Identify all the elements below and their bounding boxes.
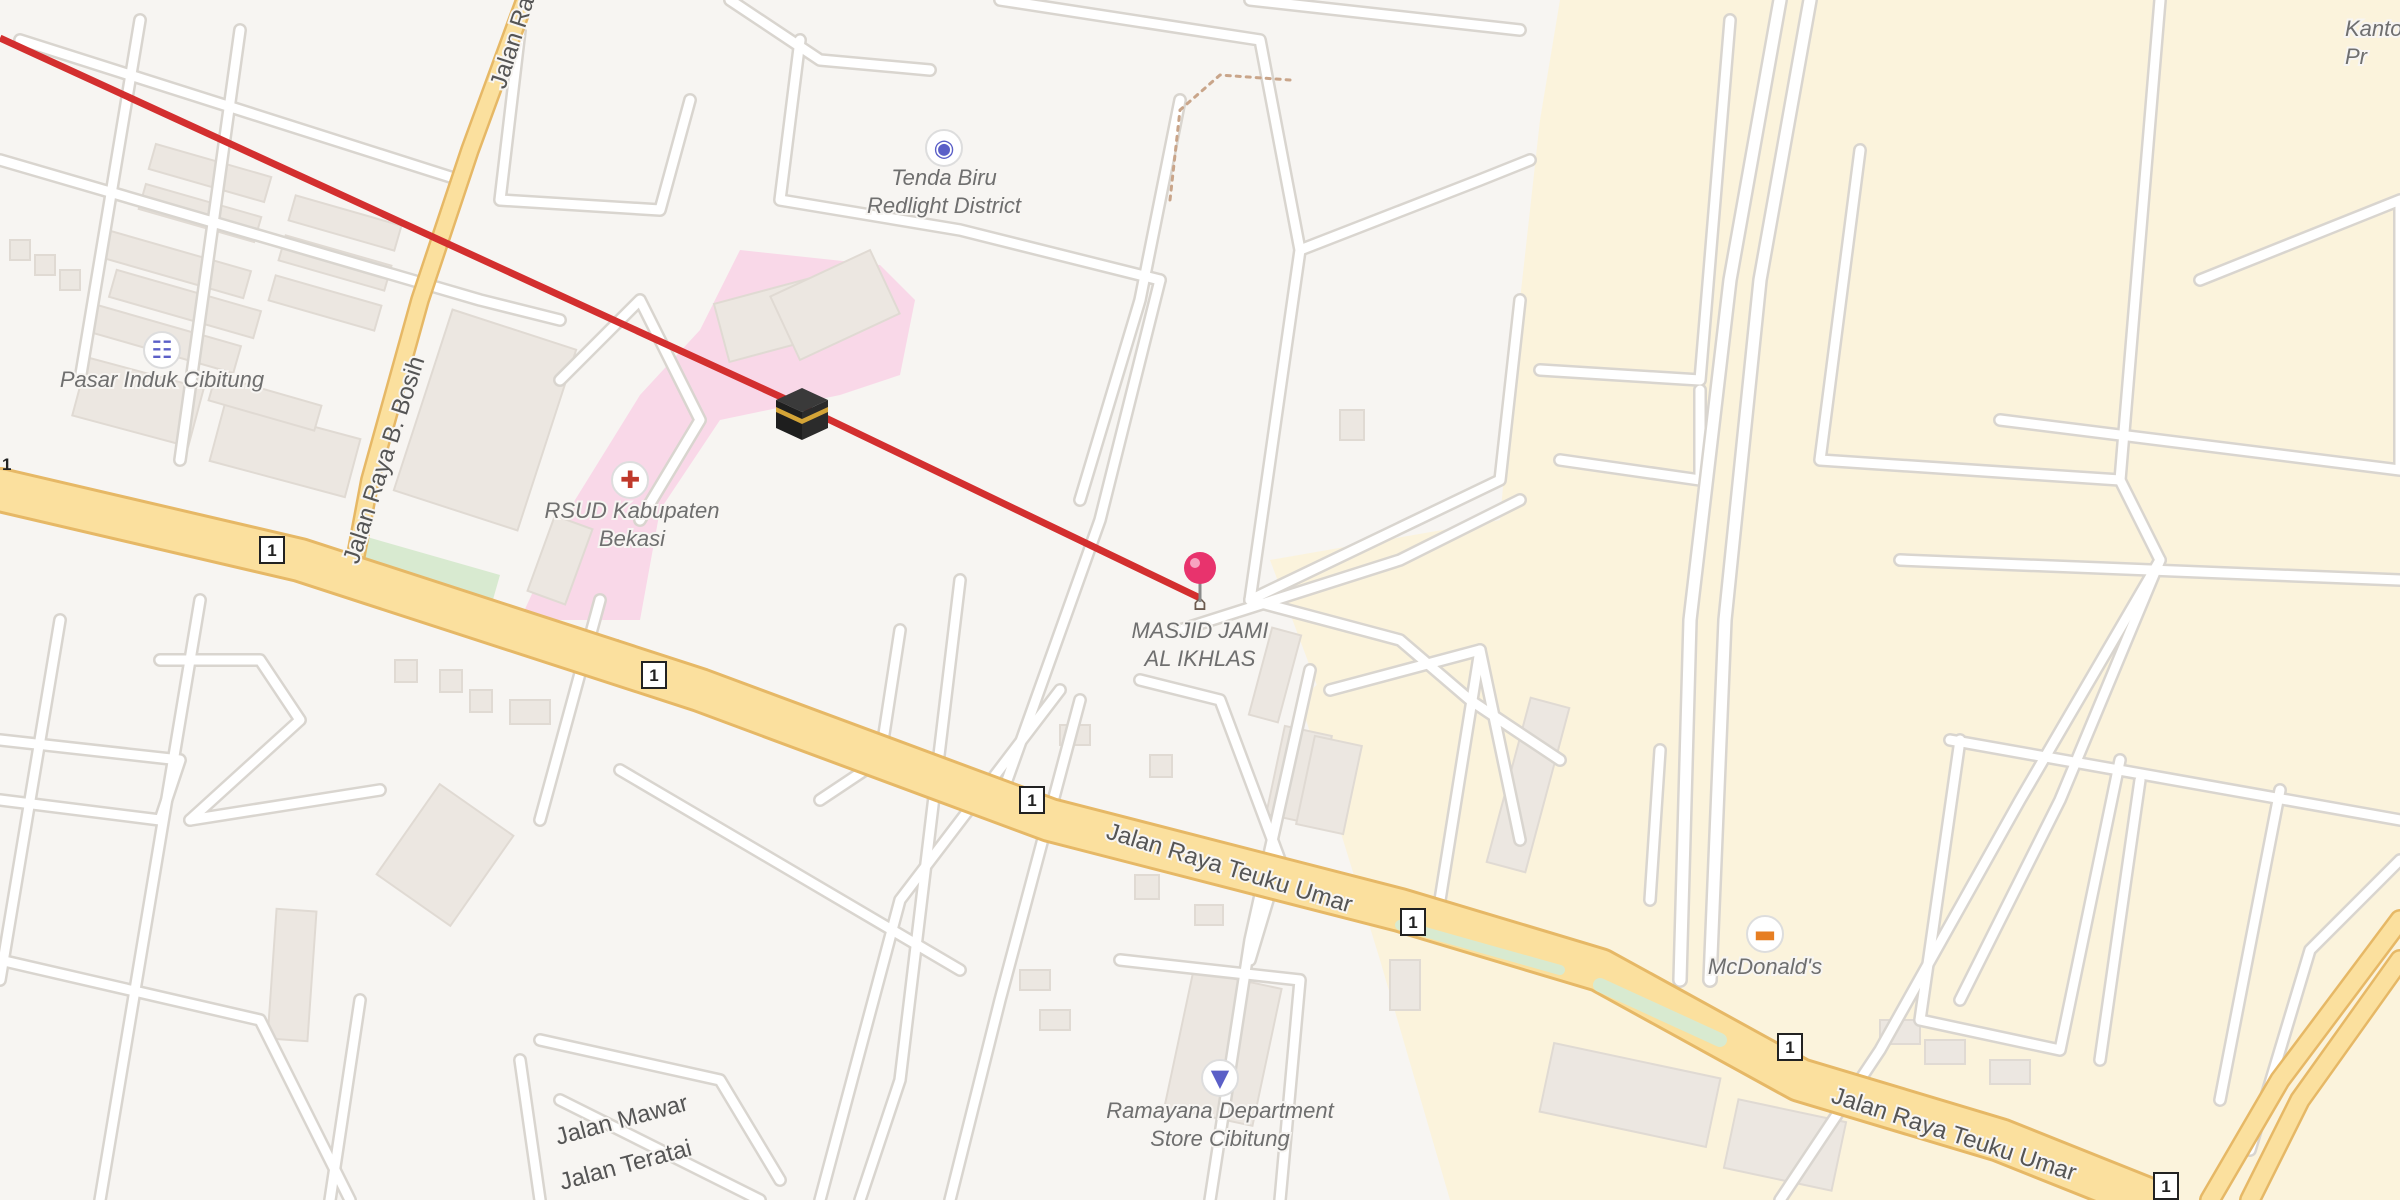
route-shield: 1 bbox=[1400, 908, 1426, 936]
building bbox=[394, 659, 418, 683]
building bbox=[1989, 1059, 2031, 1085]
building bbox=[1194, 904, 1224, 926]
building bbox=[1019, 969, 1051, 991]
minor-road bbox=[493, 23, 697, 217]
poi-label: McDonald's bbox=[1708, 954, 1822, 979]
building bbox=[1039, 1009, 1071, 1031]
shopping-cart-icon: ☷ bbox=[151, 336, 173, 364]
route-shield: 1 bbox=[641, 661, 667, 689]
burger-icon: ▬ bbox=[1754, 920, 1777, 948]
building bbox=[509, 699, 551, 725]
poi-camera[interactable]: ◉ Tenda Biru Redlight District bbox=[865, 129, 1024, 220]
svg-text:1: 1 bbox=[1785, 1038, 1794, 1057]
building bbox=[1339, 409, 1365, 441]
svg-text:1: 1 bbox=[2, 455, 11, 474]
building bbox=[1924, 1039, 1966, 1065]
map-canvas[interactable]: 1 1 1 1 1 1 1 Jalan Raya Teuku Umar Jala… bbox=[0, 0, 2400, 1200]
building bbox=[59, 269, 81, 291]
camera-icon: ◉ bbox=[934, 134, 955, 162]
building bbox=[1149, 754, 1173, 778]
building bbox=[1134, 874, 1160, 900]
poi-label: MASJID JAMI AL IKHLAS bbox=[1132, 618, 1269, 671]
route-shield: 1 bbox=[259, 536, 285, 564]
building bbox=[34, 254, 56, 276]
building bbox=[1389, 959, 1421, 1011]
building bbox=[266, 907, 318, 1043]
hospital-cross-icon: ✚ bbox=[620, 466, 640, 494]
building bbox=[469, 689, 493, 713]
route-shield: 1 bbox=[2153, 1172, 2179, 1200]
minor-road bbox=[773, 33, 1167, 287]
poi-label: Tenda Biru Redlight District bbox=[867, 165, 1022, 218]
svg-text:1: 1 bbox=[649, 666, 658, 685]
shirt-icon: ▼ bbox=[1211, 1064, 1230, 1092]
route-shield: 1 bbox=[1019, 786, 1045, 814]
street-label: Jalan Ra bbox=[485, 0, 540, 92]
poi-shirt[interactable]: ▼Ramayana Department Store Cibitung bbox=[1104, 1059, 1337, 1153]
route-shield: 1 bbox=[1777, 1033, 1803, 1061]
svg-text:1: 1 bbox=[2161, 1177, 2170, 1196]
building bbox=[439, 669, 463, 693]
poi-label: Pasar Induk Cibitung bbox=[60, 367, 265, 392]
building bbox=[375, 782, 515, 928]
svg-text:1: 1 bbox=[1408, 913, 1417, 932]
route-shield-partial: 1 bbox=[2, 455, 11, 474]
svg-text:1: 1 bbox=[267, 541, 276, 560]
building bbox=[9, 239, 31, 261]
svg-text:1: 1 bbox=[1027, 791, 1036, 810]
